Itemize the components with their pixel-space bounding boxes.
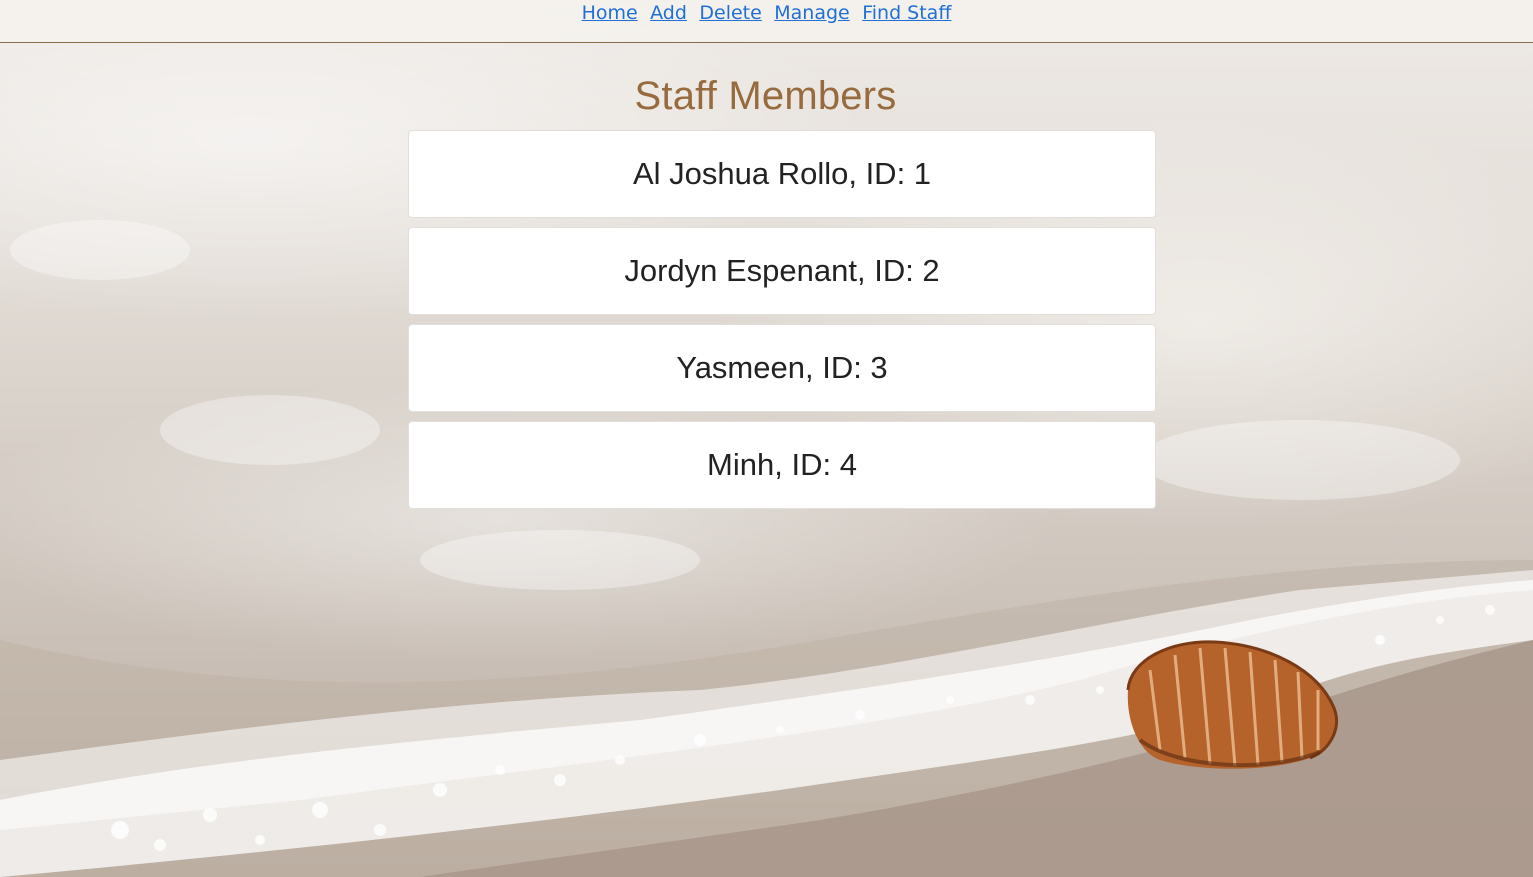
nav-link-delete[interactable]: Delete xyxy=(699,2,761,24)
page-title: Staff Members xyxy=(634,74,897,118)
staff-card[interactable]: Jordyn Espenant, ID: 2 xyxy=(408,227,1156,315)
staff-list: Al Joshua Rollo, ID: 1 Jordyn Espenant, … xyxy=(408,130,1156,518)
staff-card[interactable]: Yasmeen, ID: 3 xyxy=(408,324,1156,412)
staff-card[interactable]: Minh, ID: 4 xyxy=(408,421,1156,509)
staff-card[interactable]: Al Joshua Rollo, ID: 1 xyxy=(408,130,1156,218)
top-navbar: Home Add Delete Manage Find Staff xyxy=(0,0,1533,43)
nav-link-find-staff[interactable]: Find Staff xyxy=(862,2,951,24)
nav-link-add[interactable]: Add xyxy=(650,2,687,24)
nav-link-manage[interactable]: Manage xyxy=(774,2,849,24)
nav-link-home[interactable]: Home xyxy=(582,2,638,24)
